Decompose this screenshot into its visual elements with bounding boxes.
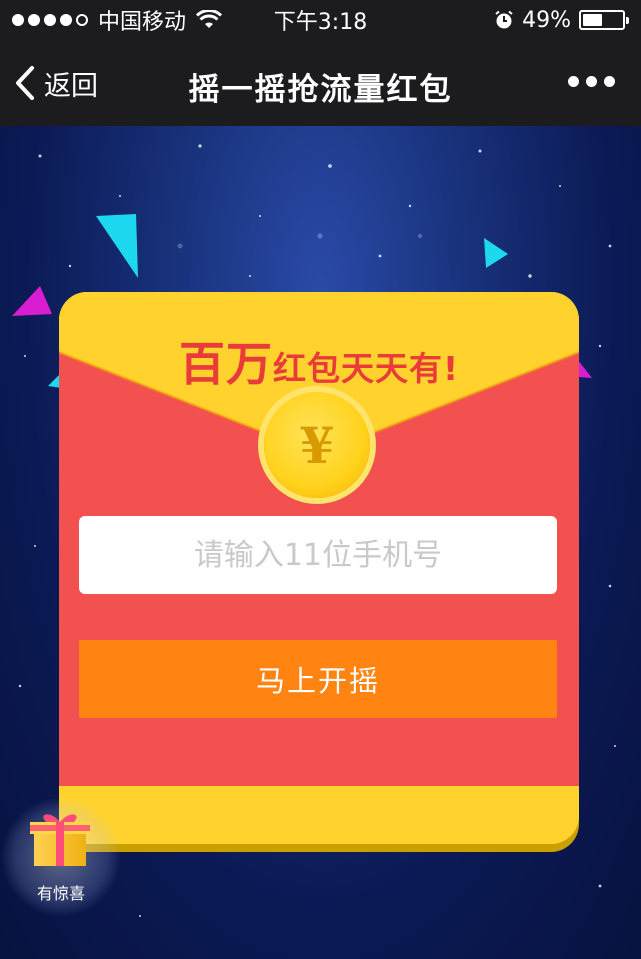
battery-percent: 49% <box>522 7 571 33</box>
nav-bar: 返回 摇一摇抢流量红包 <box>0 40 641 126</box>
stage: 百万红包天天有! ¥ 马上开摇 有惊喜 <box>0 126 641 959</box>
shake-now-button[interactable]: 马上开摇 <box>79 640 557 718</box>
status-bar-left: 中国移动 <box>12 4 223 36</box>
envelope-bottom <box>59 786 579 844</box>
carrier-name: 中国移动 <box>98 10 187 35</box>
confetti-triangle <box>96 214 138 278</box>
coin-symbol: ¥ <box>299 415 335 475</box>
battery-icon <box>579 10 629 30</box>
more-icon[interactable] <box>568 76 615 87</box>
red-envelope-card: 百万红包天天有! ¥ 马上开摇 <box>59 292 579 844</box>
headline-big: 百万 <box>178 337 273 391</box>
wifi-icon <box>196 10 223 28</box>
surprise-label: 有惊喜 <box>36 884 85 903</box>
headline-small: 红包天天有! <box>272 349 460 388</box>
status-bar: 中国移动 下午3:18 49% <box>0 0 641 40</box>
confetti-triangle <box>12 286 52 316</box>
coin-icon: ¥ <box>264 392 370 498</box>
signal-strength-icon <box>12 14 88 26</box>
status-bar-right: 49% <box>494 7 629 33</box>
headline: 百万红包天天有! <box>59 328 579 394</box>
page-title: 摇一摇抢流量红包 <box>188 72 453 108</box>
surprise-button[interactable]: 有惊喜 <box>2 798 120 916</box>
confetti-triangle <box>484 238 508 268</box>
phone-number-input[interactable] <box>79 516 557 594</box>
alarm-icon <box>495 10 513 29</box>
gift-icon <box>30 814 90 866</box>
